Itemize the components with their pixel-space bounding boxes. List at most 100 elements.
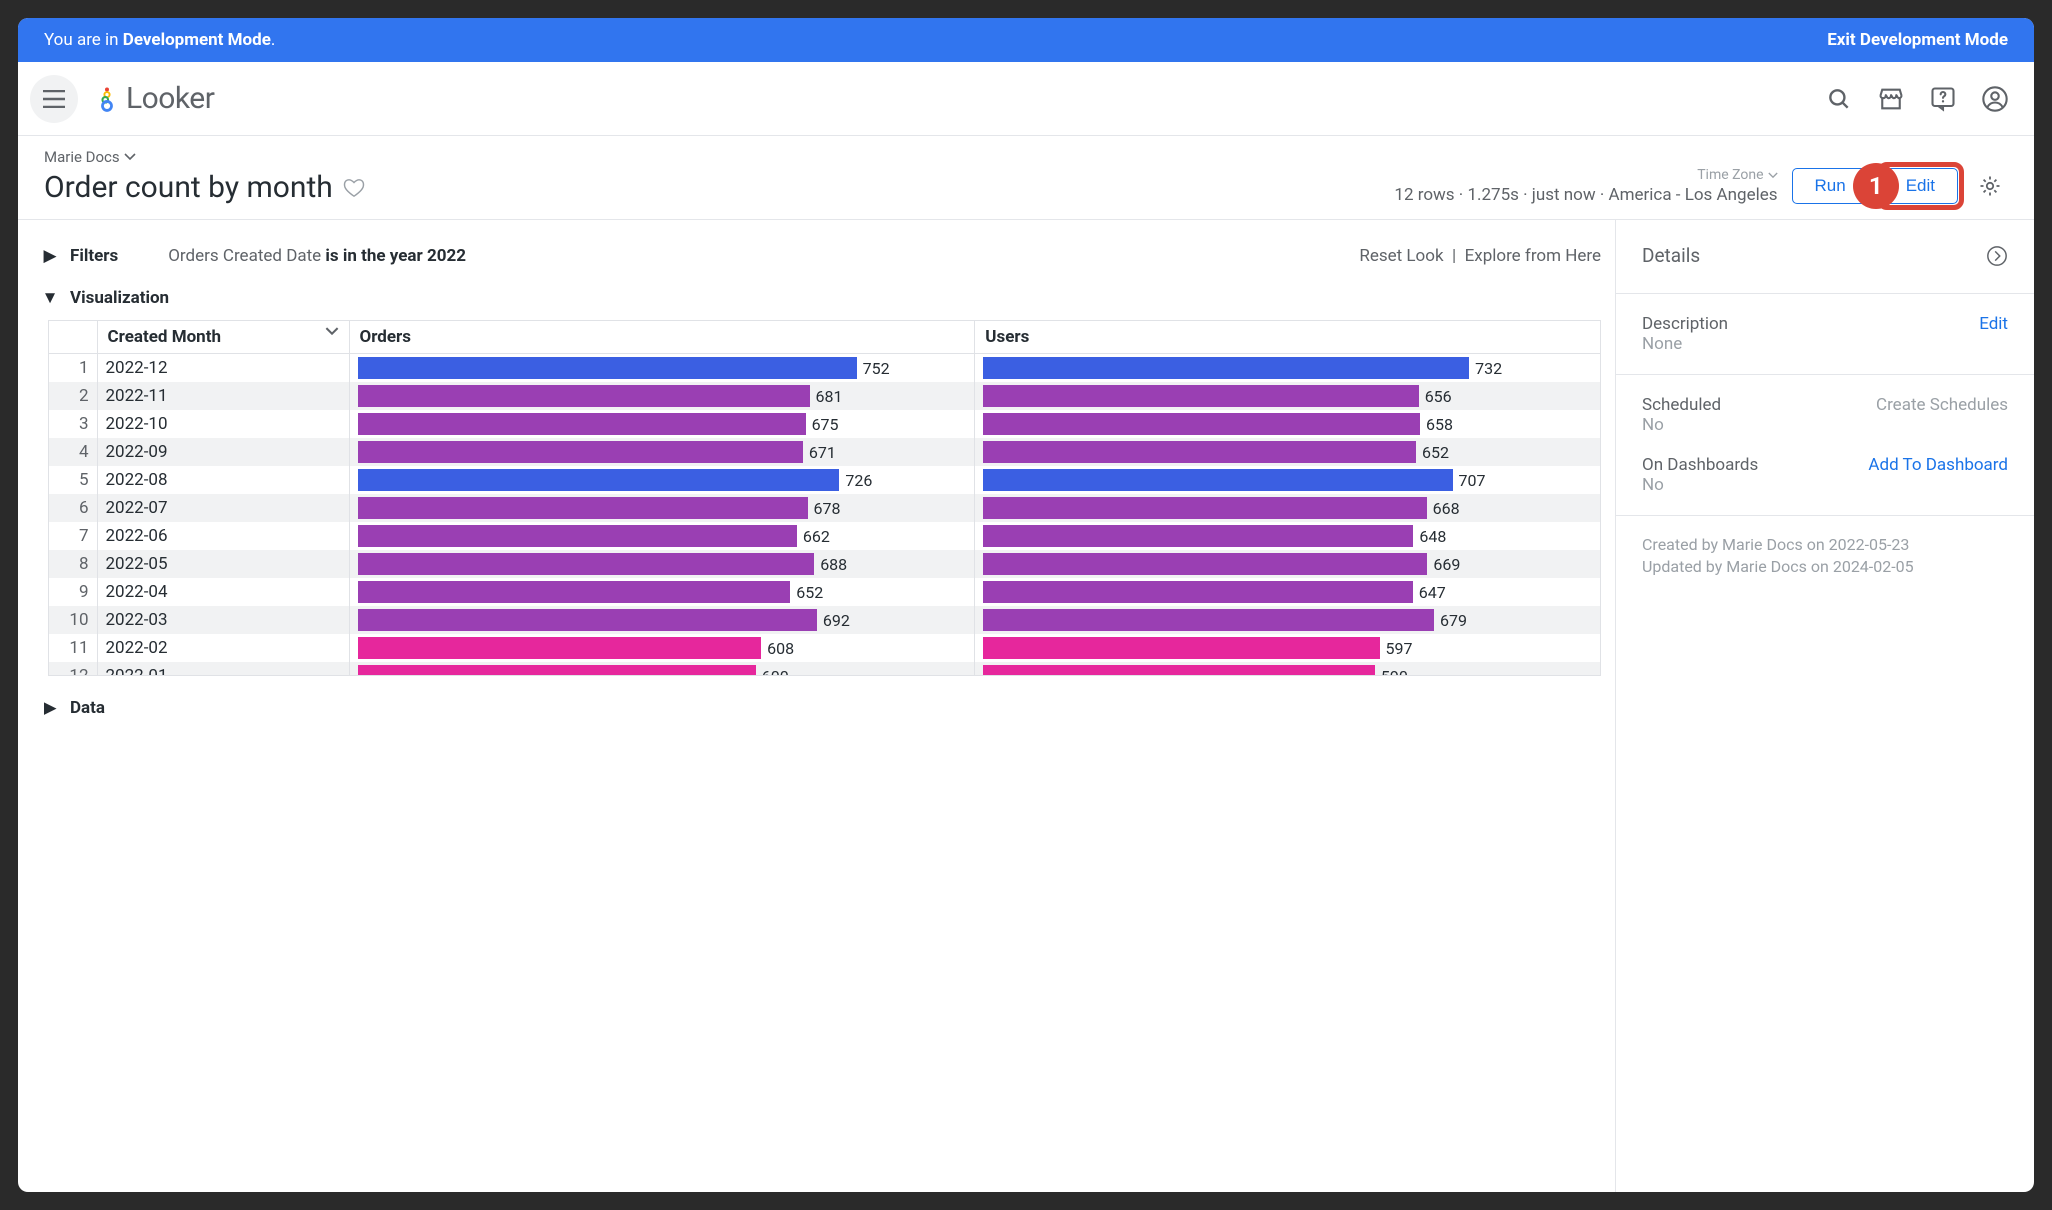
table-row: 32022-10675658 bbox=[49, 410, 1601, 438]
create-schedules-link[interactable]: Create Schedules bbox=[1876, 395, 2008, 415]
users-bar-cell: 668 bbox=[975, 494, 1601, 522]
rownum-header bbox=[49, 321, 97, 354]
bar-value: 652 bbox=[1422, 443, 1449, 462]
orders-bar-cell: 692 bbox=[349, 606, 975, 634]
look-settings-button[interactable] bbox=[1972, 168, 2008, 204]
bar bbox=[983, 525, 1413, 547]
row-number: 1 bbox=[49, 354, 97, 383]
edit-description-link[interactable]: Edit bbox=[1979, 314, 2008, 334]
bar bbox=[358, 497, 808, 519]
orders-bar-cell: 726 bbox=[349, 466, 975, 494]
breadcrumb[interactable]: Marie Docs bbox=[44, 148, 365, 166]
add-to-dashboard-link[interactable]: Add To Dashboard bbox=[1868, 455, 2008, 475]
caret-right-icon: ▶ bbox=[44, 698, 56, 718]
orders-bar-cell: 671 bbox=[349, 438, 975, 466]
details-panel: Details Description None Edit Schedul bbox=[1616, 220, 2034, 1192]
bar bbox=[983, 665, 1375, 675]
visualization-section-header[interactable]: ▼ Visualization bbox=[44, 288, 1601, 308]
bar bbox=[358, 413, 806, 435]
bar-value: 752 bbox=[863, 359, 890, 378]
bar bbox=[358, 553, 815, 575]
row-number: 11 bbox=[49, 634, 97, 662]
dev-mode-suffix: . bbox=[271, 30, 275, 50]
table-row: 52022-08726707 bbox=[49, 466, 1601, 494]
description-row: Description None Edit bbox=[1642, 314, 2008, 354]
storefront-icon bbox=[1877, 85, 1905, 113]
users-bar-cell: 679 bbox=[975, 606, 1601, 634]
bar bbox=[983, 385, 1418, 407]
updated-by-text: Updated by Marie Docs on 2024-02-05 bbox=[1642, 556, 2008, 578]
bar-value: 608 bbox=[767, 639, 794, 658]
looker-logo[interactable]: Looker bbox=[94, 81, 214, 116]
table-row: 42022-09671 652 bbox=[49, 438, 1601, 466]
scheduled-row: Scheduled No Create Schedules bbox=[1642, 395, 2008, 435]
bar bbox=[358, 665, 756, 675]
bar bbox=[983, 441, 1416, 463]
bar-value: 675 bbox=[812, 415, 839, 434]
time-zone-dropdown[interactable]: Time Zone bbox=[1697, 167, 1777, 183]
explore-from-here-link[interactable]: Explore from Here bbox=[1465, 246, 1601, 266]
orders-bar-cell: 681 bbox=[349, 382, 975, 410]
expand-panel-button[interactable] bbox=[1986, 245, 2008, 267]
bar-value: 668 bbox=[1433, 499, 1460, 518]
created-month-cell: 2022-11 bbox=[97, 382, 349, 410]
orders-bar-cell: 608 bbox=[349, 634, 975, 662]
app-toolbar: Looker bbox=[18, 62, 2034, 136]
favorite-icon[interactable] bbox=[343, 178, 365, 198]
table-scroll[interactable]: Created Month Orders Users 12022-1 bbox=[49, 321, 1601, 675]
on-dashboards-row: On Dashboards No Add To Dashboard bbox=[1642, 455, 2008, 495]
bar-value: 669 bbox=[1433, 555, 1460, 574]
created-month-cell: 2022-01 bbox=[97, 662, 349, 675]
users-header[interactable]: Users bbox=[975, 321, 1601, 354]
row-number: 6 bbox=[49, 494, 97, 522]
bar-value: 648 bbox=[1419, 527, 1446, 546]
table-row: 72022-06662648 bbox=[49, 522, 1601, 550]
data-label: Data bbox=[70, 698, 105, 718]
table-row: 122022-01600590 bbox=[49, 662, 1601, 675]
created-month-cell: 2022-07 bbox=[97, 494, 349, 522]
bar-value: 681 bbox=[816, 387, 843, 406]
main-column: ▶ Filters Orders Created Date is in the … bbox=[18, 220, 1616, 1192]
bar bbox=[358, 385, 810, 407]
page-title: Order count by month bbox=[44, 170, 365, 205]
description-value: None bbox=[1642, 334, 1728, 354]
exit-dev-mode-link[interactable]: Exit Development Mode bbox=[1827, 30, 2008, 50]
created-month-cell: 2022-12 bbox=[97, 354, 349, 383]
marketplace-button[interactable] bbox=[1870, 78, 1912, 120]
orders-bar-cell: 662 bbox=[349, 522, 975, 550]
run-button[interactable]: Run bbox=[1792, 168, 1869, 204]
bar bbox=[983, 637, 1379, 659]
looker-logo-text: Looker bbox=[126, 81, 214, 116]
created-month-cell: 2022-09 bbox=[97, 438, 349, 466]
table-row: 12022-12752732 bbox=[49, 354, 1601, 383]
search-button[interactable] bbox=[1818, 78, 1860, 120]
bar bbox=[358, 357, 857, 379]
filters-label: Filters bbox=[70, 246, 118, 266]
caret-down-icon: ▼ bbox=[44, 288, 56, 308]
table-row: 22022-11681656 bbox=[49, 382, 1601, 410]
dashboards-value: No bbox=[1642, 475, 1758, 495]
edit-button[interactable]: Edit bbox=[1883, 168, 1958, 204]
reset-look-link[interactable]: Reset Look bbox=[1359, 246, 1443, 266]
row-number: 9 bbox=[49, 578, 97, 606]
table-row: 82022-05688669 bbox=[49, 550, 1601, 578]
row-number: 8 bbox=[49, 550, 97, 578]
visualization-table: Created Month Orders Users 12022-1 bbox=[48, 320, 1601, 676]
filters-section-header[interactable]: ▶ Filters Orders Created Date is in the … bbox=[44, 246, 1601, 266]
details-meta: Created by Marie Docs on 2022-05-23 Upda… bbox=[1616, 516, 2034, 597]
main-menu-button[interactable] bbox=[30, 75, 78, 123]
breadcrumb-label: Marie Docs bbox=[44, 148, 120, 166]
users-bar-cell: 590 bbox=[975, 662, 1601, 675]
account-button[interactable] bbox=[1974, 78, 2016, 120]
created-month-header[interactable]: Created Month bbox=[97, 321, 349, 354]
created-month-cell: 2022-10 bbox=[97, 410, 349, 438]
users-bar-cell: 658 bbox=[975, 410, 1601, 438]
bar-value: 707 bbox=[1459, 471, 1486, 490]
bar-value: 692 bbox=[823, 611, 850, 630]
help-button[interactable] bbox=[1922, 78, 1964, 120]
orders-header[interactable]: Orders bbox=[349, 321, 975, 354]
row-number: 4 bbox=[49, 438, 97, 466]
data-section-header[interactable]: ▶ Data bbox=[44, 698, 1601, 718]
account-icon bbox=[1981, 85, 2009, 113]
bar bbox=[358, 441, 803, 463]
